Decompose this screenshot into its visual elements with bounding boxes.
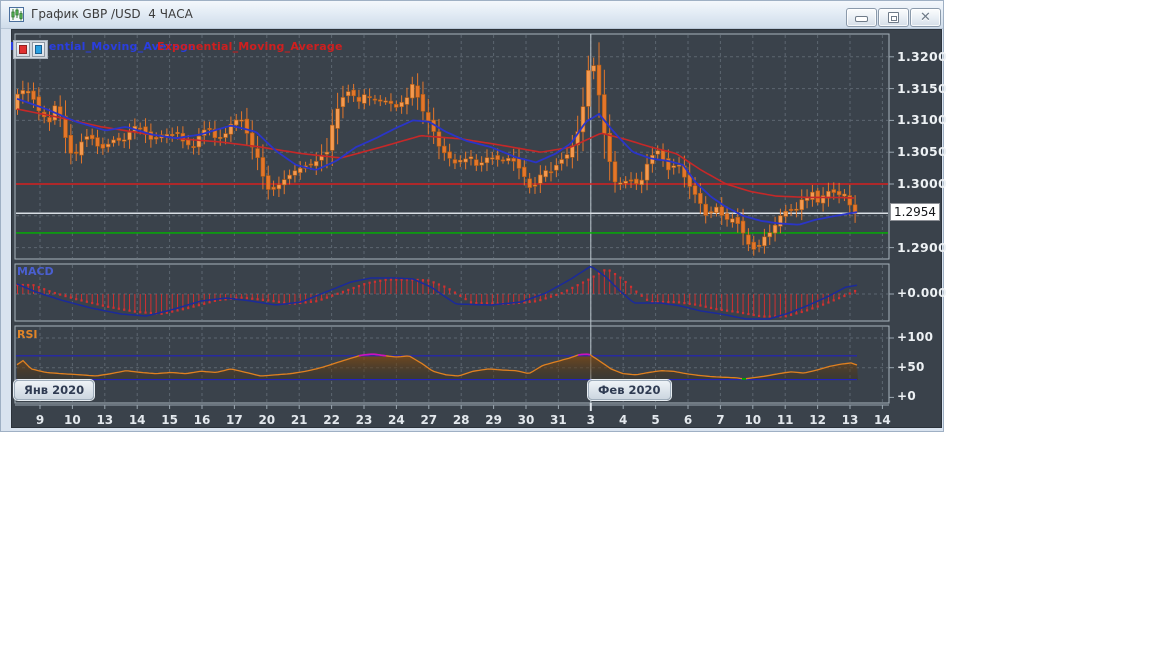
time-axis-label: 24 bbox=[388, 413, 405, 427]
time-axis-label: 30 bbox=[517, 413, 535, 427]
time-axis-label: 4 bbox=[619, 413, 628, 427]
time-axis-label: 9 bbox=[35, 413, 45, 427]
time-axis-label: 28 bbox=[452, 413, 470, 427]
indicator-scale-label: +0 bbox=[897, 389, 917, 404]
current-price-badge: 1.2954 bbox=[890, 203, 940, 221]
time-axis-label: 10 bbox=[64, 413, 81, 427]
chart-window: График GBP /USD 4 ЧАСА ✕ Exponential_Mov… bbox=[0, 0, 948, 433]
time-axis-label: 5 bbox=[651, 413, 660, 427]
month-label-jan: Янв 2020 bbox=[14, 380, 95, 400]
blue-series-button[interactable] bbox=[31, 42, 45, 57]
indicator-scale-label: +100 bbox=[897, 330, 934, 344]
chart-canvas[interactable] bbox=[1, 1, 945, 433]
month-label-feb: Фев 2020 bbox=[588, 380, 671, 400]
time-axis-label: 23 bbox=[355, 413, 373, 427]
panel-border bbox=[14, 325, 890, 404]
candlestick-series bbox=[15, 42, 858, 256]
time-axis-label: 6 bbox=[683, 413, 693, 427]
ma-blue-line bbox=[16, 97, 858, 226]
price-scale-label: 1.3100 bbox=[897, 112, 948, 128]
time-axis-label: 3 bbox=[586, 413, 595, 427]
time-axis-label: 13 bbox=[96, 413, 114, 427]
legend-buttons-panel bbox=[13, 40, 48, 59]
time-axis-label: 29 bbox=[485, 413, 502, 427]
time-axis-label: 20 bbox=[258, 413, 276, 427]
price-scale-label: 1.3200 bbox=[897, 48, 948, 64]
time-axis-label: 14 bbox=[128, 413, 146, 427]
red-series-button[interactable] bbox=[16, 42, 30, 57]
macd-label: MACD bbox=[17, 265, 54, 278]
indicator-scale-label: +0.000 bbox=[897, 286, 947, 300]
price-scale-label: 1.3000 bbox=[897, 176, 948, 191]
rsi-fill bbox=[17, 354, 858, 380]
time-axis-label: 13 bbox=[841, 413, 859, 427]
rsi-overbought-segment bbox=[577, 353, 591, 356]
time-axis-label: 17 bbox=[226, 413, 243, 427]
time-axis-label: 15 bbox=[161, 413, 178, 427]
time-axis-label: 21 bbox=[290, 413, 308, 427]
time-axis-label: 27 bbox=[420, 413, 438, 427]
time-axis-label: 14 bbox=[874, 413, 891, 427]
price-scale-label: 1.3150 bbox=[897, 80, 948, 96]
macd-line bbox=[16, 265, 858, 320]
desktop: График GBP /USD 4 ЧАСА ✕ Exponential_Mov… bbox=[0, 0, 1152, 648]
price-scale-label: 1.3050 bbox=[897, 144, 948, 160]
time-axis-label: 10 bbox=[744, 413, 762, 427]
price-scale-label: 1.2900 bbox=[897, 239, 948, 255]
legend-ema-label: Exponential_Moving_Average bbox=[157, 40, 343, 53]
grid bbox=[16, 35, 888, 402]
indicator-scale-label: +50 bbox=[897, 359, 925, 374]
time-axis-label: 7 bbox=[716, 413, 725, 427]
time-axis-label: 31 bbox=[550, 413, 567, 427]
panel-border bbox=[14, 33, 890, 260]
rsi-label: RSI bbox=[17, 328, 38, 341]
time-axis-label: 22 bbox=[323, 413, 340, 427]
time-axis-label: 16 bbox=[193, 413, 211, 427]
macd-series bbox=[16, 269, 857, 318]
time-axis-label: 11 bbox=[776, 413, 794, 427]
time-axis-label: 12 bbox=[809, 413, 826, 427]
